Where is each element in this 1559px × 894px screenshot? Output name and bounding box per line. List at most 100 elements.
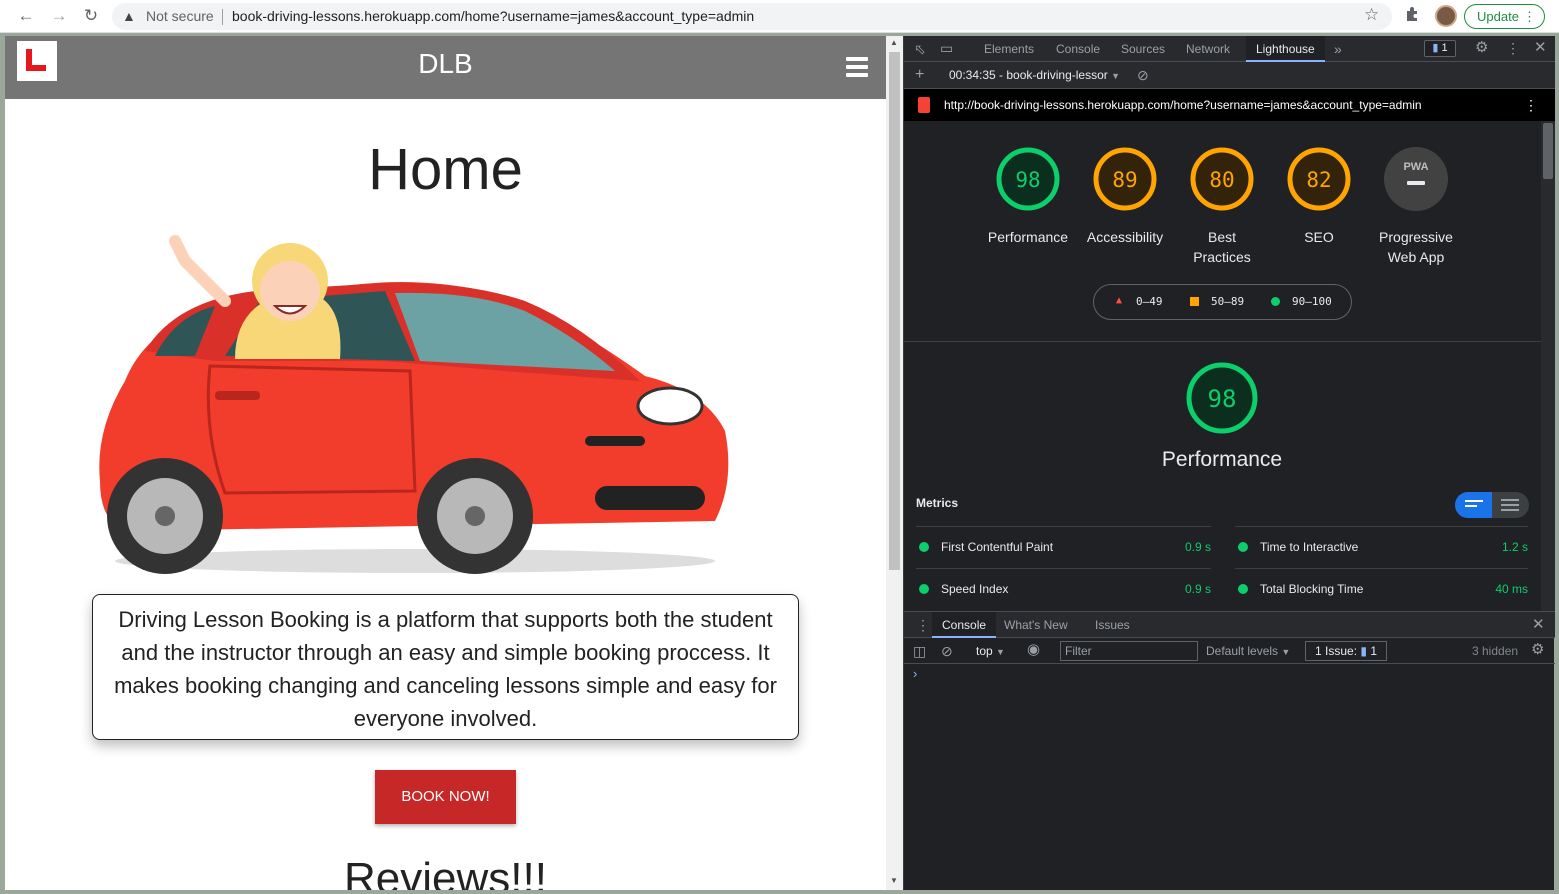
inspect-element-icon[interactable]: ⬁ (914, 42, 926, 56)
add-report-icon[interactable]: + (915, 67, 924, 83)
dropdown-caret-icon: ▼ (1281, 647, 1291, 657)
bookmark-star-icon[interactable]: ☆ (1364, 5, 1379, 25)
drawer-tab-whats-new[interactable]: What's New (1004, 612, 1068, 638)
gauge-pwa[interactable]: PWA Progressive Web App (1366, 146, 1466, 267)
settings-gear-icon[interactable]: ⚙ (1475, 40, 1488, 55)
gauge-label: Progressive Web App (1379, 229, 1453, 265)
forward-arrow-icon[interactable]: → (47, 5, 71, 27)
page-title: Home (368, 137, 523, 202)
score-value: 80 (1209, 168, 1234, 192)
performance-gauge-large: 98 (1172, 361, 1272, 440)
hero-car-illustration (99, 235, 729, 574)
site-navbar: DLB (5, 36, 886, 99)
issues-badge[interactable]: ▮ 1 (1424, 40, 1456, 57)
context-selector-label: top (976, 644, 993, 658)
back-arrow-icon[interactable]: ← (14, 5, 38, 27)
scroll-down-icon[interactable]: ▼ (890, 876, 898, 885)
drawer-menu-icon[interactable]: ⋮ (916, 618, 930, 632)
warning-icon: ▲ (122, 8, 136, 24)
score-ring: 82 (1287, 147, 1351, 211)
close-devtools-icon[interactable]: ✕ (1534, 40, 1547, 55)
console-toolbar: ◫ ⊘ top ▼ ◉ Default levels ▼ 1 Issue: ▮ … (904, 638, 1555, 664)
metric-value: 1.2 s (1501, 540, 1528, 554)
dropdown-caret-icon: ▼ (996, 647, 1005, 657)
message-icon: ▮ (1360, 644, 1367, 658)
about-text: Driving Lesson Booking is a platform tha… (114, 607, 777, 731)
gauge-performance[interactable]: 98 Performance (978, 146, 1078, 247)
gauge-seo[interactable]: 82 SEO (1269, 146, 1369, 247)
security-label[interactable]: Not secure (146, 8, 214, 24)
metric-value: 0.9 s (1184, 540, 1211, 554)
metrics-view-toggle[interactable] (1455, 492, 1529, 518)
tab-console[interactable]: Console (1056, 36, 1100, 62)
omnibox-divider (222, 9, 223, 25)
lighthouse-scrollbar[interactable] (1541, 121, 1555, 611)
console-issues-button[interactable]: 1 Issue: ▮ 1 (1305, 641, 1387, 661)
metric-value: 40 ms (1495, 582, 1528, 596)
console-prompt-chevron-icon[interactable]: › (913, 666, 917, 681)
context-selector[interactable]: top ▼ (976, 644, 1005, 658)
more-tabs-icon[interactable]: » (1334, 42, 1342, 56)
devtools-panel: ⬁ ▭ Elements Console Sources Network Lig… (903, 36, 1555, 890)
log-levels-selector[interactable]: Default levels ▼ (1206, 644, 1290, 658)
update-button[interactable]: Update ⋮ (1464, 4, 1545, 29)
tab-elements[interactable]: Elements (984, 36, 1034, 62)
console-settings-gear-icon[interactable]: ⚙ (1531, 642, 1544, 657)
devtools-menu-icon[interactable]: ⋮ (1506, 41, 1520, 55)
menu-dots-icon[interactable]: ⋮ (1523, 5, 1536, 28)
device-toolbar-icon[interactable]: ▭ (940, 41, 953, 55)
scroll-thumb[interactable] (889, 52, 900, 570)
pass-dot-icon (919, 584, 929, 594)
close-drawer-icon[interactable]: ✕ (1532, 617, 1545, 632)
gauge-label: Accessibility (1086, 229, 1164, 245)
reload-icon[interactable]: ↻ (79, 5, 103, 27)
sidebar-toggle-icon[interactable]: ◫ (913, 644, 926, 658)
gauge-label: SEO (1304, 229, 1334, 245)
metric-row: Speed Index 0.9 s (916, 568, 1211, 610)
metric-name: Time to Interactive (1260, 540, 1359, 554)
eye-icon[interactable]: ◉ (1027, 642, 1040, 657)
address-bar[interactable]: ▲ Not secure book-driving-lessons.heroku… (112, 3, 1392, 30)
report-menu-icon[interactable]: ⋮ (1524, 98, 1538, 112)
drawer-tab-console[interactable]: Console (932, 612, 997, 638)
metric-row: First Contentful Paint 0.9 s (916, 526, 1211, 568)
drawer-tab-issues[interactable]: Issues (1095, 612, 1130, 638)
message-icon: ▮ (1432, 42, 1439, 54)
console-filter-input[interactable] (1060, 641, 1198, 661)
legend-average-range: 50–89 (1211, 295, 1245, 308)
update-label: Update (1477, 9, 1519, 24)
profile-avatar[interactable] (1435, 5, 1457, 27)
pass-dot-icon (1238, 584, 1248, 594)
page-scrollbar[interactable]: ▲ ▼ (886, 36, 903, 890)
clear-console-icon[interactable]: ⊘ (941, 644, 953, 658)
url-text[interactable]: book-driving-lessons.herokuapp.com/home?… (232, 8, 754, 24)
compact-view-icon[interactable] (1455, 492, 1492, 518)
average-square-icon (1190, 297, 1199, 306)
book-now-button[interactable]: BOOK NOW! (375, 770, 516, 824)
scroll-up-icon[interactable]: ▲ (890, 38, 898, 47)
dropdown-caret-icon: ▼ (1111, 71, 1121, 81)
report-selector-label: 00:34:35 - book-driving-lessor (949, 68, 1108, 82)
issues-badge-count: 1 (1441, 42, 1448, 54)
clear-reports-icon[interactable]: ⊘ (1137, 68, 1149, 82)
pass-dot-icon (919, 542, 929, 552)
reviews-heading: Reviews!!! (344, 854, 547, 890)
audited-url[interactable]: http://book-driving-lessons.herokuapp.co… (944, 98, 1422, 112)
extensions-puzzle-icon[interactable] (1404, 5, 1424, 25)
hamburger-menu-icon[interactable] (846, 56, 868, 78)
metric-row: Total Blocking Time 40 ms (1235, 568, 1528, 610)
score-value: 82 (1306, 168, 1331, 192)
report-selector[interactable]: 00:34:35 - book-driving-lessor ▼ (949, 68, 1120, 82)
section-divider (904, 341, 1541, 342)
score-ring: 80 (1190, 147, 1254, 211)
pwa-badge-text: PWA (1403, 161, 1428, 173)
issues-count: 1 (1370, 644, 1378, 658)
expanded-view-icon[interactable] (1492, 492, 1529, 518)
gauge-accessibility[interactable]: 89 Accessibility (1075, 146, 1175, 247)
tab-network[interactable]: Network (1186, 36, 1230, 62)
lighthouse-scroll-thumb[interactable] (1543, 123, 1553, 179)
tab-lighthouse[interactable]: Lighthouse (1246, 36, 1325, 62)
gauge-best-practices[interactable]: 80 Best Practices (1172, 146, 1272, 267)
site-brand[interactable]: DLB (5, 48, 886, 80)
tab-sources[interactable]: Sources (1121, 36, 1165, 62)
